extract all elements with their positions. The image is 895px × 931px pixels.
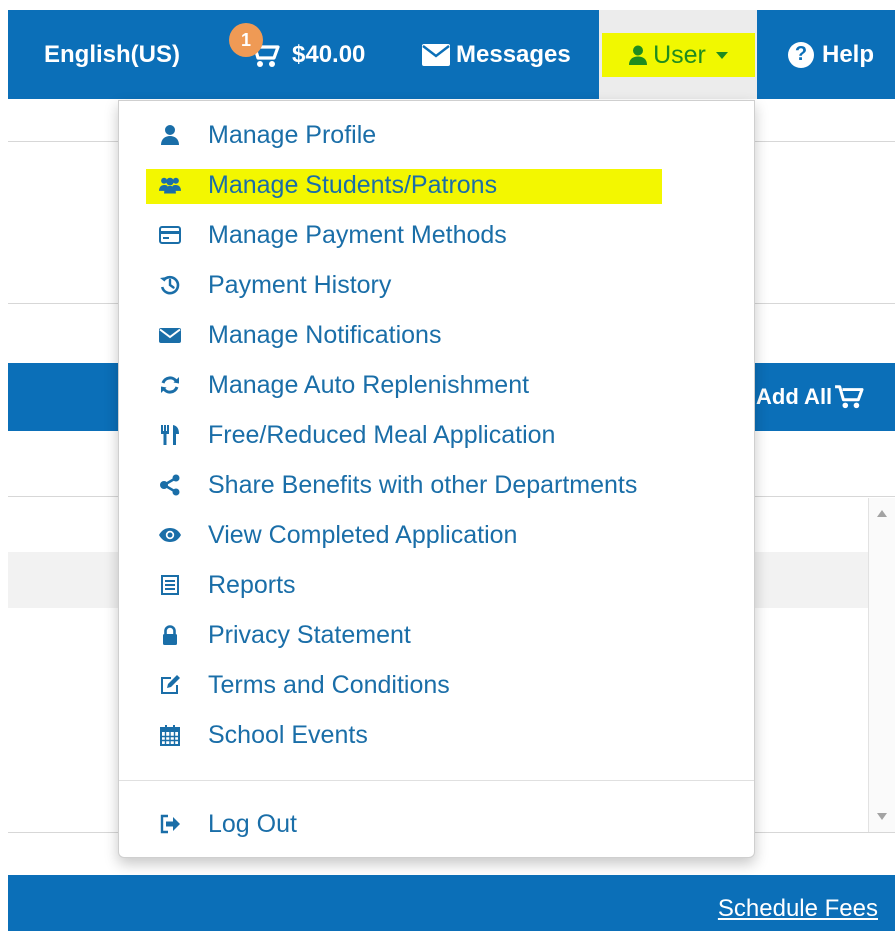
menu-item-label: Share Benefits with other Departments — [208, 471, 638, 499]
menu-item-auto-replenishment[interactable]: Manage Auto Replenishment — [119, 360, 754, 410]
menu-item-label: Reports — [208, 571, 296, 599]
question-circle-icon: ? — [788, 41, 814, 68]
user-menu-container: User — [599, 10, 757, 99]
cutlery-icon — [157, 423, 183, 447]
language-label: English(US) — [44, 40, 180, 68]
users-icon — [157, 173, 183, 197]
menu-item-logout[interactable]: Log Out — [119, 799, 754, 849]
menu-item-label: Manage Students/Patrons — [208, 171, 498, 199]
top-navbar: English(US) 1 $40.00 Messages ? Help — [8, 10, 895, 99]
envelope-icon — [422, 43, 450, 66]
menu-item-label: Manage Profile — [208, 121, 377, 149]
menu-item-label: Manage Auto Replenishment — [208, 371, 530, 399]
scrollbar[interactable] — [868, 498, 895, 832]
messages-link[interactable]: Messages — [422, 10, 571, 99]
help-label: Help — [822, 40, 875, 68]
menu-item-notifications[interactable]: Manage Notifications — [119, 310, 754, 360]
cart-total: $40.00 — [292, 40, 366, 68]
user-icon — [157, 123, 183, 147]
lock-icon — [157, 623, 183, 647]
user-dropdown-menu: Manage Profile Manage Students/Patrons M… — [118, 100, 755, 858]
menu-item-label: Free/Reduced Meal Application — [208, 421, 556, 449]
eye-icon — [157, 523, 183, 547]
calendar-icon — [157, 723, 183, 747]
history-icon — [157, 273, 183, 297]
menu-item-label: Payment History — [208, 271, 392, 299]
help-link[interactable]: ? Help — [788, 10, 874, 99]
sign-out-icon — [157, 812, 183, 836]
envelope-icon — [157, 323, 183, 347]
share-icon — [157, 473, 183, 497]
menu-item-terms[interactable]: Terms and Conditions — [119, 660, 754, 710]
edit-icon — [157, 673, 183, 697]
add-all-label: Add All — [756, 384, 833, 409]
menu-item-label: Log Out — [208, 810, 297, 838]
menu-item-payment-history[interactable]: Payment History — [119, 260, 754, 310]
report-icon — [157, 573, 183, 597]
menu-item-manage-students[interactable]: Manage Students/Patrons — [119, 160, 754, 210]
menu-divider — [119, 780, 754, 781]
menu-item-label: Terms and Conditions — [208, 671, 450, 699]
user-menu-toggle[interactable]: User — [602, 33, 755, 77]
schedule-fees-link[interactable]: Schedule Fees — [718, 895, 878, 923]
menu-item-label: Privacy Statement — [208, 621, 411, 649]
messages-label: Messages — [456, 40, 571, 68]
menu-item-label: Manage Payment Methods — [208, 221, 507, 249]
credit-card-icon — [157, 223, 183, 247]
user-icon — [629, 45, 648, 65]
language-selector[interactable]: English(US) — [44, 10, 180, 99]
menu-item-label: School Events — [208, 721, 368, 749]
menu-item-manage-profile[interactable]: Manage Profile — [119, 110, 754, 160]
menu-item-label: View Completed Application — [208, 521, 518, 549]
caret-down-icon — [715, 51, 728, 59]
menu-item-label: Manage Notifications — [208, 321, 442, 349]
shopping-cart-icon — [835, 385, 864, 409]
cart-badge: 1 — [229, 23, 263, 57]
menu-item-view-application[interactable]: View Completed Application — [119, 510, 754, 560]
menu-item-school-events[interactable]: School Events — [119, 710, 754, 760]
scroll-up-arrow-icon[interactable] — [877, 510, 887, 517]
menu-item-meal-application[interactable]: Free/Reduced Meal Application — [119, 410, 754, 460]
menu-item-payment-methods[interactable]: Manage Payment Methods — [119, 210, 754, 260]
refresh-icon — [157, 373, 183, 397]
user-label: User — [653, 40, 706, 69]
menu-item-share-benefits[interactable]: Share Benefits with other Departments — [119, 460, 754, 510]
menu-item-privacy[interactable]: Privacy Statement — [119, 610, 754, 660]
menu-item-reports[interactable]: Reports — [119, 560, 754, 610]
add-all-button[interactable]: Add All — [756, 363, 864, 431]
cart-link[interactable]: 1 $40.00 — [229, 10, 366, 99]
scroll-down-arrow-icon[interactable] — [877, 813, 887, 820]
